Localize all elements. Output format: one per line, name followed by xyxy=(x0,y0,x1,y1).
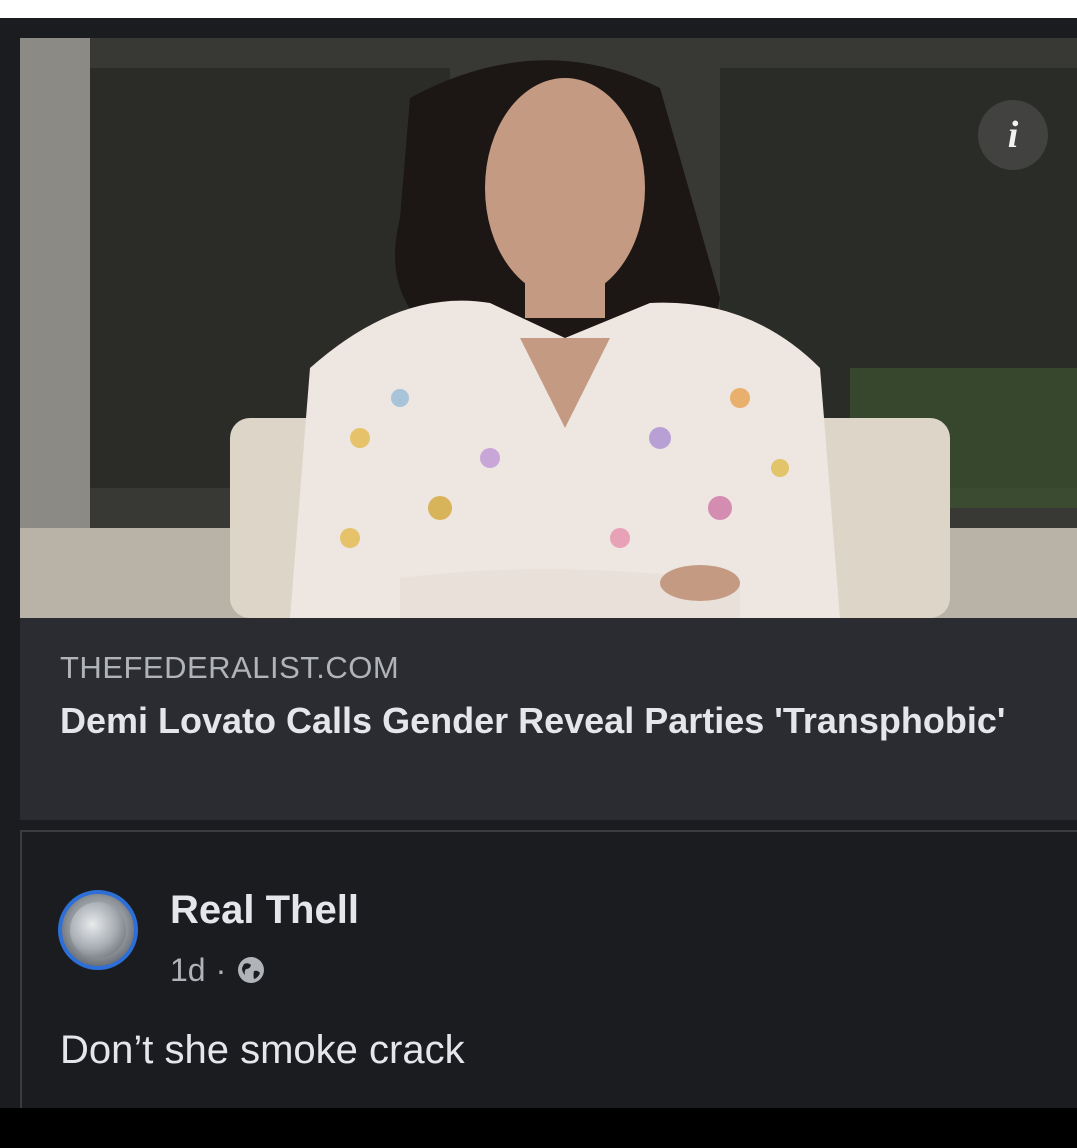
photo-illustration xyxy=(20,38,1077,618)
avatar-image xyxy=(70,902,126,958)
screenshot-frame: i THEFEDERALIST.COM Demi Lovato Calls Ge… xyxy=(0,18,1077,1110)
comment-meta: 1d · xyxy=(170,950,266,990)
article-photo[interactable]: i xyxy=(20,38,1077,618)
comment-timestamp[interactable]: 1d xyxy=(170,952,206,989)
globe-icon xyxy=(238,957,265,983)
link-domain: THEFEDERALIST.COM xyxy=(60,650,400,685)
comment-author[interactable]: Real Thell xyxy=(170,888,359,933)
comment: Real Thell 1d · Don’t she smoke crack xyxy=(20,830,1077,1110)
bottom-bar xyxy=(0,1108,1077,1148)
avatar[interactable] xyxy=(58,890,138,970)
link-headline[interactable]: Demi Lovato Calls Gender Reveal Parties … xyxy=(60,698,1020,744)
link-meta[interactable]: THEFEDERALIST.COM Demi Lovato Calls Gend… xyxy=(20,618,1077,820)
comment-text: Don’t she smoke crack xyxy=(60,1028,465,1072)
info-icon[interactable]: i xyxy=(978,100,1048,170)
meta-separator: · xyxy=(215,951,227,988)
link-preview-card[interactable]: i THEFEDERALIST.COM Demi Lovato Calls Ge… xyxy=(20,38,1077,820)
